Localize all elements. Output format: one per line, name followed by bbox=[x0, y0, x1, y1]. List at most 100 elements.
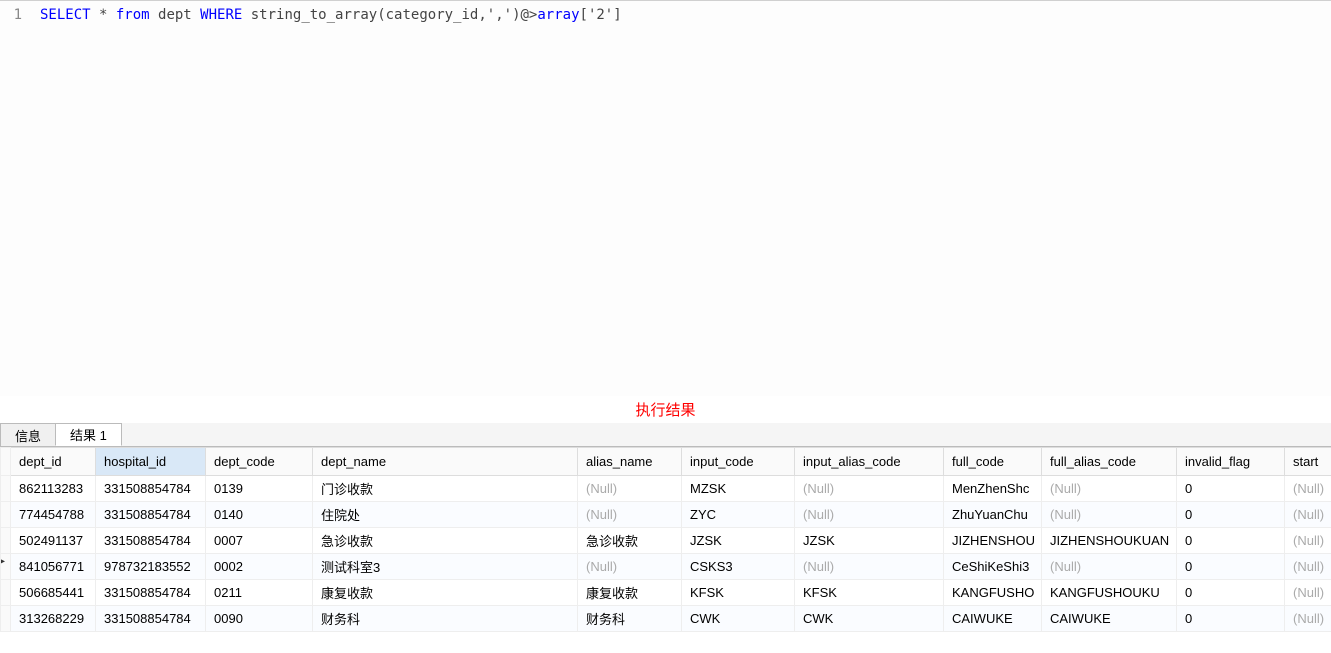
result-tabs: 信息 结果 1 bbox=[0, 423, 1331, 447]
cell-dept-name[interactable]: 康复收款 bbox=[313, 580, 578, 606]
cell-invalid-flag[interactable]: 0 bbox=[1177, 554, 1285, 580]
cell-full-alias-code[interactable]: (Null) bbox=[1042, 502, 1177, 528]
table-row[interactable]: 8621132833315088547840139门诊收款(Null)MZSK(… bbox=[1, 476, 1331, 502]
column-header-alias-name[interactable]: alias_name bbox=[578, 448, 682, 476]
cell-dept-code[interactable]: 0090 bbox=[206, 606, 313, 632]
cell-start[interactable]: (Null) bbox=[1285, 502, 1331, 528]
column-header-dept-code[interactable]: dept_code bbox=[206, 448, 313, 476]
cell-dept-name[interactable]: 急诊收款 bbox=[313, 528, 578, 554]
cell-dept-id[interactable]: 774454788 bbox=[11, 502, 96, 528]
column-header-hospital-id[interactable]: hospital_id bbox=[96, 448, 206, 476]
cell-hospital-id[interactable]: 331508854784 bbox=[96, 528, 206, 554]
cell-input-code[interactable]: CSKS3 bbox=[682, 554, 795, 580]
column-header-invalid-flag[interactable]: invalid_flag bbox=[1177, 448, 1285, 476]
cell-start[interactable]: (Null) bbox=[1285, 554, 1331, 580]
result-label: 执行结果 bbox=[0, 396, 1331, 423]
row-indicator[interactable] bbox=[1, 476, 11, 502]
column-header-dept-id[interactable]: dept_id bbox=[11, 448, 96, 476]
cell-alias-name[interactable]: 财务科 bbox=[578, 606, 682, 632]
cell-dept-code[interactable]: 0211 bbox=[206, 580, 313, 606]
cell-alias-name[interactable]: (Null) bbox=[578, 476, 682, 502]
cell-input-alias-code[interactable]: CWK bbox=[795, 606, 944, 632]
row-indicator[interactable] bbox=[1, 528, 11, 554]
row-indicator[interactable] bbox=[1, 606, 11, 632]
cell-full-alias-code[interactable]: (Null) bbox=[1042, 554, 1177, 580]
editor-line[interactable]: 1 SELECT * from dept WHERE string_to_arr… bbox=[0, 5, 1331, 25]
row-indicator[interactable] bbox=[1, 554, 11, 580]
tab-info[interactable]: 信息 bbox=[0, 423, 56, 446]
table-row[interactable]: 5066854413315088547840211康复收款康复收款KFSKKFS… bbox=[1, 580, 1331, 606]
cell-dept-id[interactable]: 502491137 bbox=[11, 528, 96, 554]
sql-keyword-array: array bbox=[537, 7, 579, 23]
cell-full-alias-code[interactable]: CAIWUKE bbox=[1042, 606, 1177, 632]
cell-dept-name[interactable]: 测试科室3 bbox=[313, 554, 578, 580]
column-header-start[interactable]: start bbox=[1285, 448, 1331, 476]
sql-code[interactable]: SELECT * from dept WHERE string_to_array… bbox=[30, 7, 622, 23]
cell-dept-name[interactable]: 住院处 bbox=[313, 502, 578, 528]
tab-result[interactable]: 结果 1 bbox=[55, 423, 122, 446]
cell-full-code[interactable]: ZhuYuanChu bbox=[944, 502, 1042, 528]
cell-input-alias-code[interactable]: (Null) bbox=[795, 502, 944, 528]
cell-hospital-id[interactable]: 331508854784 bbox=[96, 476, 206, 502]
table-row[interactable]: 5024911373315088547840007急诊收款急诊收款JZSKJZS… bbox=[1, 528, 1331, 554]
cell-dept-code[interactable]: 0139 bbox=[206, 476, 313, 502]
cell-dept-id[interactable]: 862113283 bbox=[11, 476, 96, 502]
cell-dept-code[interactable]: 0002 bbox=[206, 554, 313, 580]
cell-start[interactable]: (Null) bbox=[1285, 528, 1331, 554]
column-header-input-code[interactable]: input_code bbox=[682, 448, 795, 476]
cell-invalid-flag[interactable]: 0 bbox=[1177, 528, 1285, 554]
cell-dept-name[interactable]: 财务科 bbox=[313, 606, 578, 632]
result-table[interactable]: dept_id hospital_id dept_code dept_name … bbox=[0, 447, 1331, 632]
cell-alias-name[interactable]: 康复收款 bbox=[578, 580, 682, 606]
row-indicator[interactable] bbox=[1, 502, 11, 528]
row-indicator[interactable] bbox=[1, 580, 11, 606]
cell-full-code[interactable]: JIZHENSHOU bbox=[944, 528, 1042, 554]
cell-invalid-flag[interactable]: 0 bbox=[1177, 502, 1285, 528]
cell-start[interactable]: (Null) bbox=[1285, 476, 1331, 502]
cell-full-code[interactable]: MenZhenShc bbox=[944, 476, 1042, 502]
cell-hospital-id[interactable]: 331508854784 bbox=[96, 606, 206, 632]
cell-hospital-id[interactable]: 978732183552 bbox=[96, 554, 206, 580]
cell-dept-id[interactable]: 841056771 bbox=[11, 554, 96, 580]
cell-input-code[interactable]: JZSK bbox=[682, 528, 795, 554]
cell-dept-code[interactable]: 0007 bbox=[206, 528, 313, 554]
column-header-dept-name[interactable]: dept_name bbox=[313, 448, 578, 476]
cell-input-code[interactable]: CWK bbox=[682, 606, 795, 632]
cell-start[interactable]: (Null) bbox=[1285, 580, 1331, 606]
cell-alias-name[interactable]: 急诊收款 bbox=[578, 528, 682, 554]
cell-input-alias-code[interactable]: (Null) bbox=[795, 554, 944, 580]
column-header-full-alias-code[interactable]: full_alias_code bbox=[1042, 448, 1177, 476]
cell-input-code[interactable]: KFSK bbox=[682, 580, 795, 606]
cell-dept-name[interactable]: 门诊收款 bbox=[313, 476, 578, 502]
cell-input-alias-code[interactable]: KFSK bbox=[795, 580, 944, 606]
cell-input-alias-code[interactable]: JZSK bbox=[795, 528, 944, 554]
table-row[interactable]: 7744547883315088547840140住院处(Null)ZYC(Nu… bbox=[1, 502, 1331, 528]
cell-start[interactable]: (Null) bbox=[1285, 606, 1331, 632]
cell-full-code[interactable]: CeShiKeShi3 bbox=[944, 554, 1042, 580]
column-header-full-code[interactable]: full_code bbox=[944, 448, 1042, 476]
cell-alias-name[interactable]: (Null) bbox=[578, 502, 682, 528]
cell-dept-code[interactable]: 0140 bbox=[206, 502, 313, 528]
cell-full-alias-code[interactable]: JIZHENSHOUKUAN bbox=[1042, 528, 1177, 554]
column-header-input-alias-code[interactable]: input_alias_code bbox=[795, 448, 944, 476]
cell-invalid-flag[interactable]: 0 bbox=[1177, 476, 1285, 502]
cell-hospital-id[interactable]: 331508854784 bbox=[96, 580, 206, 606]
cell-hospital-id[interactable]: 331508854784 bbox=[96, 502, 206, 528]
result-table-container[interactable]: dept_id hospital_id dept_code dept_name … bbox=[0, 447, 1331, 632]
cell-full-alias-code[interactable]: KANGFUSHOUKU bbox=[1042, 580, 1177, 606]
sql-editor[interactable]: 1 SELECT * from dept WHERE string_to_arr… bbox=[0, 0, 1331, 396]
cell-dept-id[interactable]: 313268229 bbox=[11, 606, 96, 632]
cell-dept-id[interactable]: 506685441 bbox=[11, 580, 96, 606]
cell-input-alias-code[interactable]: (Null) bbox=[795, 476, 944, 502]
cell-full-alias-code[interactable]: (Null) bbox=[1042, 476, 1177, 502]
cell-input-code[interactable]: MZSK bbox=[682, 476, 795, 502]
cell-full-code[interactable]: KANGFUSHO bbox=[944, 580, 1042, 606]
cell-full-code[interactable]: CAIWUKE bbox=[944, 606, 1042, 632]
table-row[interactable]: 8410567719787321835520002测试科室3(Null)CSKS… bbox=[1, 554, 1331, 580]
cell-invalid-flag[interactable]: 0 bbox=[1177, 580, 1285, 606]
cell-input-code[interactable]: ZYC bbox=[682, 502, 795, 528]
table-row[interactable]: 3132682293315088547840090财务科财务科CWKCWKCAI… bbox=[1, 606, 1331, 632]
cell-invalid-flag[interactable]: 0 bbox=[1177, 606, 1285, 632]
cell-alias-name[interactable]: (Null) bbox=[578, 554, 682, 580]
sql-star: * bbox=[91, 7, 116, 23]
